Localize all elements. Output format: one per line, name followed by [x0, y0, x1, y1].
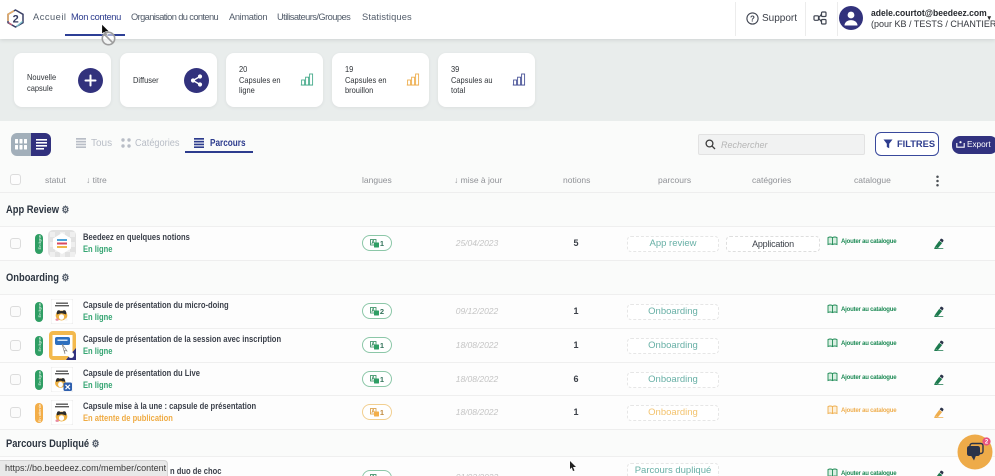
svg-text:?: ? [750, 15, 755, 24]
svg-text:2: 2 [13, 13, 19, 25]
